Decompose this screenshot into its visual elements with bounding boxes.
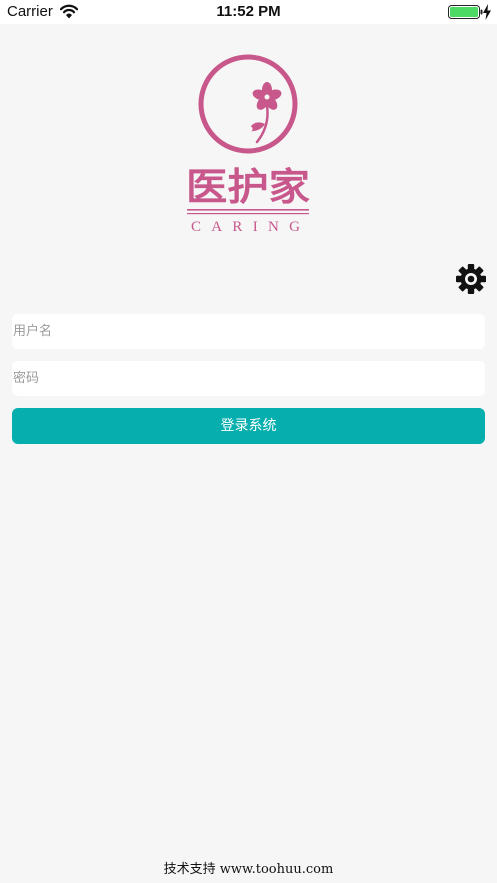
login-button[interactable]: 登录系统	[12, 408, 485, 444]
settings-gear-icon[interactable]	[455, 263, 487, 295]
status-bar: Carrier 11:52 PM	[0, 0, 497, 24]
password-input[interactable]	[12, 361, 485, 396]
password-field	[12, 361, 485, 396]
logo-brand-en: CARING	[191, 219, 305, 235]
logo-brand-cn: 医护家	[186, 165, 310, 209]
app-logo: 医护家 CARING	[186, 54, 310, 235]
username-field	[12, 314, 485, 349]
username-input[interactable]	[12, 314, 485, 349]
charging-bolt-icon	[483, 4, 491, 20]
tech-support-footer: 技术支持 www.toohuu.com	[163, 862, 334, 877]
status-time: 11:52 PM	[216, 3, 281, 20]
battery-icon	[448, 5, 483, 19]
